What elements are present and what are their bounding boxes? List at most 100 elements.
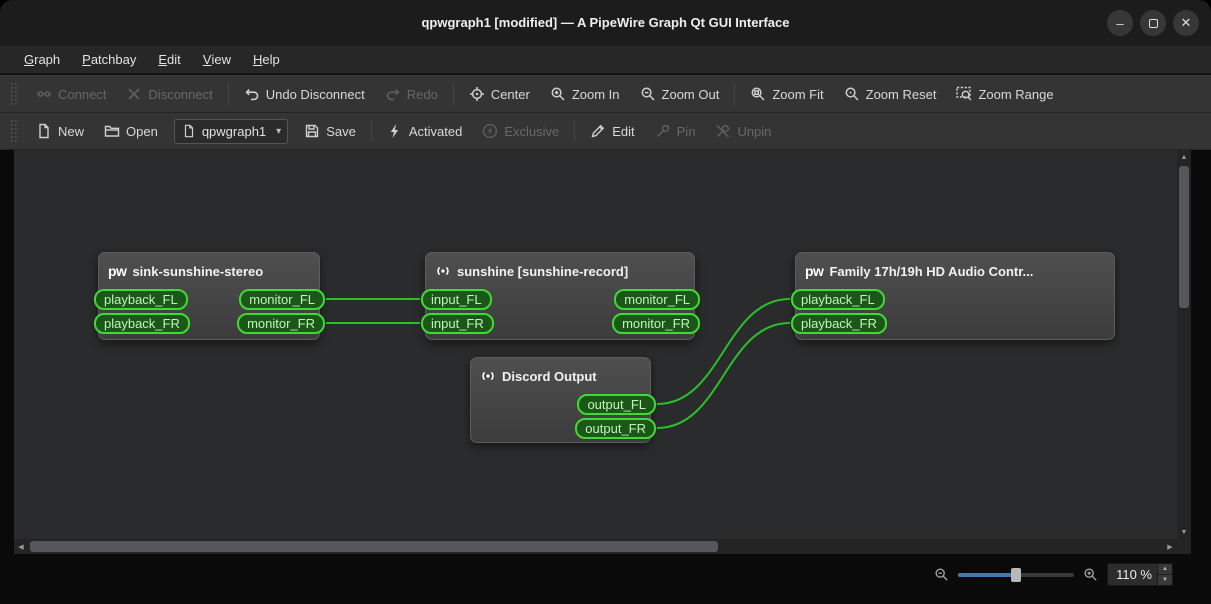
toolbar-separator (734, 83, 736, 105)
scroll-down-arrow[interactable]: ▼ (1177, 525, 1191, 539)
connect-label: Connect (58, 86, 107, 102)
scroll-right-arrow[interactable]: ▶ (1163, 539, 1177, 554)
undo-disconnect-button[interactable]: Undo Disconnect (235, 81, 374, 107)
zoom-controls: 110 % ▲ ▼ (934, 563, 1173, 586)
zoom-out-mini-icon[interactable] (934, 567, 949, 582)
work-area: pw sink-sunshine-stereo playback_FL play… (0, 150, 1211, 604)
open-button[interactable]: Open (95, 118, 167, 144)
patchbay-profile-select[interactable]: qpwgraph1 ▾ (173, 118, 289, 144)
zoom-spinbox[interactable]: 110 % ▲ ▼ (1107, 563, 1173, 586)
node-header: Discord Output (471, 358, 650, 392)
exclusive-button[interactable]: Exclusive (473, 118, 568, 144)
node-header: pw sink-sunshine-stereo (99, 253, 319, 287)
unpin-button[interactable]: Unpin (706, 118, 780, 144)
vertical-scrollbar[interactable]: ▲ ▼ (1177, 150, 1191, 539)
zoom-in-mini-icon[interactable] (1083, 567, 1098, 582)
node-title: Family 17h/19h HD Audio Contr... (829, 263, 1034, 279)
pin-label: Pin (676, 123, 696, 139)
toolbar-drag-handle[interactable] (11, 120, 17, 142)
minimize-icon: – (1116, 15, 1124, 31)
node-sink-sunshine-stereo[interactable]: pw sink-sunshine-stereo playback_FL play… (94, 252, 325, 340)
disconnect-label: Disconnect (148, 86, 213, 102)
pin-button[interactable]: Pin (646, 118, 705, 144)
titlebar[interactable]: qpwgraph1 [modified] — A PipeWire Graph … (0, 0, 1211, 46)
zoom-reset-label: Zoom Reset (865, 86, 937, 102)
save-label: Save (326, 123, 356, 139)
audio-port[interactable]: monitor_FL (239, 289, 325, 310)
zoom-in-button[interactable]: Zoom In (541, 81, 629, 107)
zoom-value[interactable]: 110 % (1108, 564, 1157, 585)
unpin-icon (715, 123, 731, 139)
menu-graph[interactable]: Graph (13, 46, 71, 73)
horizontal-scrollbar[interactable]: ◀ ▶ (14, 539, 1177, 554)
node-header: pw Family 17h/19h HD Audio Contr... (796, 253, 1114, 287)
node-sunshine[interactable]: sunshine [sunshine-record] input_FL inpu… (421, 252, 700, 340)
vertical-scroll-thumb[interactable] (1179, 166, 1189, 308)
minimize-button[interactable]: – (1107, 10, 1133, 36)
zoom-out-button[interactable]: Zoom Out (631, 81, 729, 107)
center-button[interactable]: Center (460, 81, 539, 107)
audio-port[interactable]: monitor_FR (612, 313, 700, 334)
menubar: Graph Patchbay Edit View Help (0, 46, 1211, 74)
exclusive-label: Exclusive (504, 123, 560, 139)
horizontal-scroll-thumb[interactable] (30, 541, 718, 552)
scroll-left-arrow[interactable]: ◀ (14, 539, 28, 554)
node-discord-output[interactable]: Discord Output output_FL output_FR (470, 357, 656, 443)
pencil-icon (590, 123, 606, 139)
pipewire-icon: pw (108, 263, 127, 279)
menu-help[interactable]: Help (242, 46, 291, 73)
zoom-range-icon (956, 86, 972, 102)
activated-button[interactable]: Activated (378, 118, 471, 144)
menu-edit[interactable]: Edit (147, 46, 191, 73)
zoom-slider[interactable] (958, 567, 1074, 583)
zoom-slider-handle[interactable] (1011, 567, 1021, 582)
new-button[interactable]: New (27, 118, 93, 144)
audio-port[interactable]: playback_FR (94, 313, 190, 334)
zoom-spin-buttons: ▲ ▼ (1157, 564, 1172, 585)
node-family-hd-audio[interactable]: pw Family 17h/19h HD Audio Contr... play… (791, 252, 1115, 340)
lightning-circle-icon (482, 123, 498, 139)
zoom-range-button[interactable]: Zoom Range (947, 81, 1062, 107)
toolbar-separator (574, 120, 576, 142)
zoom-fit-button[interactable]: Zoom Fit (741, 81, 832, 107)
spin-up-button[interactable]: ▲ (1158, 564, 1172, 575)
lightning-icon (387, 123, 403, 139)
audio-port[interactable]: playback_FR (791, 313, 887, 334)
edit-button[interactable]: Edit (581, 118, 643, 144)
connect-button[interactable]: Connect (27, 81, 115, 107)
statusbar: 110 % ▲ ▼ (0, 554, 1211, 604)
toolbar-separator (370, 120, 372, 142)
toolbar-drag-handle[interactable] (11, 83, 17, 105)
node-title: sunshine [sunshine-record] (457, 263, 629, 279)
close-button[interactable]: ✕ (1173, 10, 1199, 36)
save-button[interactable]: Save (295, 118, 365, 144)
toolbar-separator (452, 83, 454, 105)
audio-port[interactable]: monitor_FL (614, 289, 700, 310)
connections-layer (325, 298, 791, 429)
zoom-fit-icon (750, 86, 766, 102)
audio-port[interactable]: input_FL (421, 289, 492, 310)
spin-down-button[interactable]: ▼ (1158, 575, 1172, 585)
disconnect-button[interactable]: Disconnect (117, 81, 221, 107)
redo-button[interactable]: Redo (376, 81, 447, 107)
menu-patchbay[interactable]: Patchbay (71, 46, 147, 73)
audio-port[interactable]: playback_FL (94, 289, 188, 310)
open-label: Open (126, 123, 158, 139)
maximize-button[interactable] (1140, 10, 1166, 36)
audio-port[interactable]: output_FR (575, 418, 656, 439)
audio-port[interactable]: playback_FL (791, 289, 885, 310)
audio-port[interactable]: output_FL (577, 394, 656, 415)
node-title: sink-sunshine-stereo (132, 263, 264, 279)
menu-view[interactable]: View (192, 46, 242, 73)
zoom-range-label: Zoom Range (978, 86, 1054, 102)
graph-canvas[interactable]: pw sink-sunshine-stereo playback_FL play… (14, 150, 1177, 539)
graph-toolbar: Connect Disconnect Undo Disconnect Redo … (0, 75, 1211, 113)
maximize-icon (1148, 18, 1158, 28)
audio-port[interactable]: input_FR (421, 313, 494, 334)
audio-port[interactable]: monitor_FR (237, 313, 325, 334)
scroll-up-arrow[interactable]: ▲ (1177, 150, 1191, 164)
new-label: New (58, 123, 85, 139)
zoom-reset-button[interactable]: Zoom Reset (835, 81, 946, 107)
connect-icon (36, 86, 52, 102)
app-window: qpwgraph1 [modified] — A PipeWire Graph … (0, 0, 1211, 604)
